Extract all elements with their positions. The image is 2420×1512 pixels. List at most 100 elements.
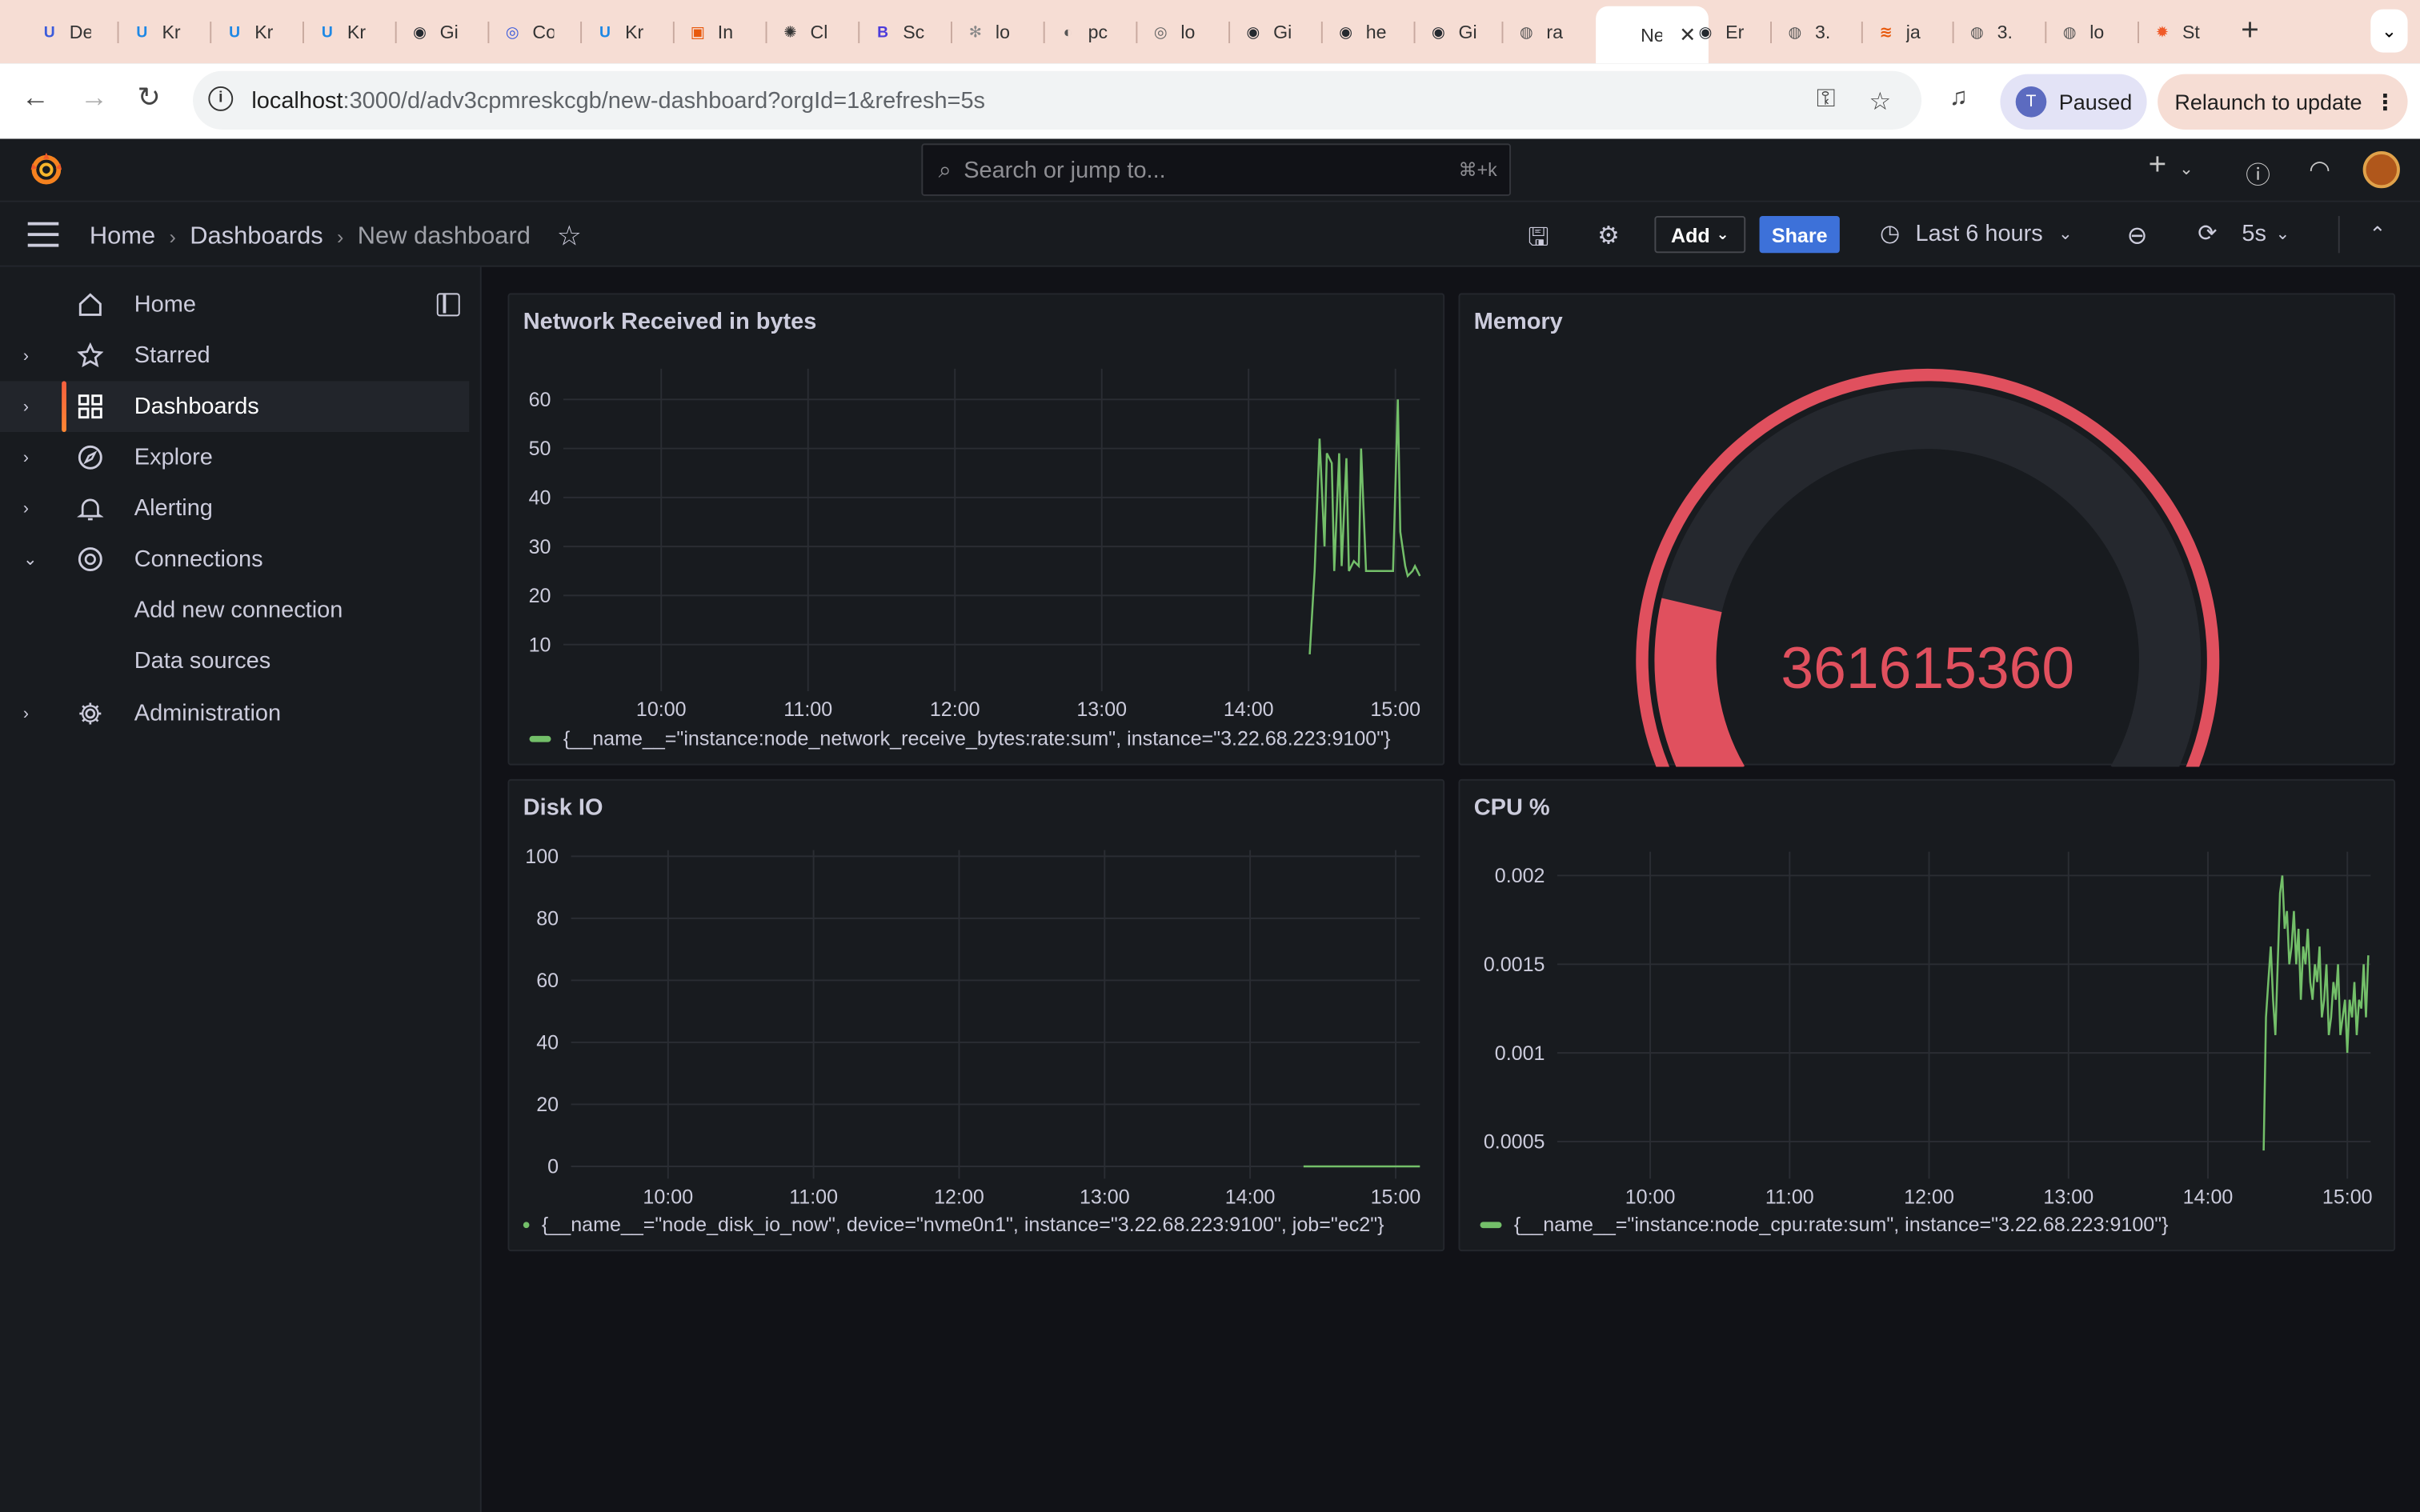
profile-button[interactable]: T Paused [2000,74,2147,130]
browser-tab[interactable]: ◉ Er [1693,12,1748,52]
browser-tab[interactable]: ✹ St [2150,12,2204,52]
panel-network[interactable]: Network Received in bytes 10 20 30 40 50 60 10… [507,293,1446,766]
share-button[interactable]: Share [1759,215,1840,254]
news-feed-icon[interactable]: ◠ [2309,154,2330,186]
chevron-right-icon[interactable]: › [23,398,29,416]
chevron-down-icon[interactable]: ⌄ [23,550,38,569]
tab-search-button[interactable]: ⌄ [2370,9,2408,53]
reload-icon[interactable]: ↻ [138,82,161,114]
x-tick-label: 14:00 [1224,698,1274,721]
legend-swatch [1480,1221,1502,1228]
browser-tab[interactable]: ◍ ra [1514,12,1568,52]
disk-io-chart[interactable]: 0 20 40 60 80 100 10:00 11:00 12:00 13:00 14:00 15:… [509,781,1446,1253]
user-avatar[interactable] [2362,150,2400,189]
browser-tab[interactable]: U Kr [130,12,183,52]
panel-disk-io[interactable]: Disk IO 0 20 40 60 80 100 10:00 11:00 12:00 13:00… [507,778,1446,1253]
browser-tab[interactable]: Ne ✕ [1596,6,1709,64]
browser-tab[interactable]: ◍ lo [2057,12,2111,52]
browser-tab[interactable]: ◍ 3. [1965,12,2019,52]
sidebar-item-alerting[interactable]: › Alerting [0,483,469,534]
chevron-right-icon[interactable]: › [23,346,29,365]
browser-tab[interactable]: B Sc [871,12,924,52]
chevron-down-icon[interactable]: ⌄ [2276,223,2290,243]
browser-tab[interactable]: ◉ he [1333,12,1387,52]
kebab-menu-icon[interactable]: ⋮ [2374,89,2396,115]
help-icon[interactable]: ⓘ [2246,154,2270,191]
sidebar-item-starred[interactable]: › Starred [0,330,469,382]
time-range-picker[interactable]: ◷ Last 6 hours ⌄ [1880,219,2073,247]
sidebar-item-explore[interactable]: › Explore [0,432,469,483]
collapse-chevron-up-icon[interactable]: ⌃ [2369,222,2386,247]
legend-item[interactable]: {__name__="instance:node_cpu:rate:sum", … [1480,1213,2169,1236]
chevron-down-icon[interactable]: ⌄ [2179,159,2194,179]
browser-tab[interactable]: U De [37,12,91,52]
menu-icon[interactable] [27,222,59,247]
sidebar-item-add-new-connection[interactable]: Add new connection [0,585,469,636]
browser-tab[interactable]: U Kr [593,12,647,52]
browser-tab-strip: + ⌄ U De U Kr U Kr U Kr ◉ Gi ◎ Co U Kr ▣ In ✺ Cl B Sc ✻ lo ◐ pc… [0,0,2420,64]
forward-icon[interactable]: → [80,82,108,114]
browser-tab[interactable]: ✺ Cl [778,12,832,52]
panel-memory[interactable]: Memory 361615360 [1458,293,2396,767]
add-button[interactable]: Add ⌄ [1654,215,1746,254]
tab-favicon-icon: ◎ [1153,23,1168,42]
tab-title: In [717,21,734,43]
series-line[interactable] [1308,399,1421,654]
zoom-out-icon[interactable]: ⊖ [2127,221,2148,252]
panel-cpu[interactable]: CPU % 0.0005 0.001 0.0015 0.002 10:00 11:00 12… [1458,778,2397,1253]
browser-tab[interactable]: ◉ Gi [407,12,461,52]
cpu-chart[interactable]: 0.0005 0.001 0.0015 0.002 10:00 11:00 12:00 13:… [1460,781,2397,1253]
refresh-picker[interactable]: ⟳ 5s ⌄ [2198,219,2290,247]
chevron-right-icon[interactable]: › [23,448,29,466]
browser-tab[interactable]: U Kr [315,12,368,52]
gear-icon [79,702,102,725]
refresh-interval[interactable]: 5s [2242,220,2266,246]
media-control-icon[interactable]: ♫ [1949,85,1968,113]
new-tab-button[interactable]: + [2241,14,2259,49]
url-text[interactable]: localhost:3000/d/adv3cpmreskcgb/new-dash… [251,88,985,114]
series-line[interactable] [2262,875,2370,1151]
browser-tab[interactable]: ▣ In [685,12,739,52]
legend-item[interactable]: {__name__="instance:node_network_receive… [529,726,1391,750]
browser-tab[interactable]: ◉ Gi [1241,12,1296,52]
search-icon: ⌕ [938,156,952,183]
breadcrumb-home[interactable]: Home [90,223,155,251]
browser-tab[interactable]: ✻ lo [963,12,1016,52]
chevron-down-icon: ⌄ [2058,224,2073,243]
plus-icon[interactable]: + [2149,148,2167,183]
browser-tab[interactable]: ◎ Co [500,12,555,52]
sidebar-item-dashboards[interactable]: › Dashboards [0,381,470,432]
settings-gear-icon[interactable]: ⚙ [1597,221,1620,252]
legend-item[interactable]: {__name__="node_disk_io_now", device="nv… [523,1213,1384,1236]
sidebar-item-home[interactable]: Home [0,279,469,330]
mark-favorite-star-icon[interactable]: ☆ [557,221,582,253]
browser-tab[interactable]: ◍ 3. [1782,12,1837,52]
search-input[interactable]: ⌕ Search or jump to... ⌘+k [921,143,1512,196]
tab-separator [1136,21,1138,43]
site-info-icon[interactable]: i [208,86,234,111]
chevron-right-icon[interactable]: › [23,499,29,518]
save-icon[interactable]: 🖫 [1528,221,1549,262]
chevron-right-icon[interactable]: › [23,704,29,722]
x-tick-label: 11:00 [1765,1186,1814,1208]
browser-tab[interactable]: ◐ pc [1056,12,1110,52]
address-bar[interactable]: i localhost:3000/d/adv3cpmreskcgb/new-da… [193,70,1922,130]
grafana-logo-icon[interactable] [28,151,65,188]
sidebar-item-administration[interactable]: › Administration [0,688,469,739]
bookmark-star-icon[interactable]: ☆ [1869,86,1891,118]
browser-tab[interactable]: ◉ Gi [1426,12,1480,52]
relaunch-button[interactable]: Relaunch to update ⋮ [2158,74,2408,130]
network-chart[interactable]: 10 20 30 40 50 60 10:00 11:00 12:00 13:00 14:00 15:… [509,294,1446,766]
back-icon[interactable]: ← [22,82,50,114]
browser-tab[interactable]: ≋ ja [1873,12,1928,52]
browser-tab[interactable]: U Kr [222,12,276,52]
sidebar-item-data-sources[interactable]: Data sources [0,636,469,687]
browser-tab[interactable]: ◎ lo [1148,12,1203,52]
refresh-icon[interactable]: ⟳ [2198,219,2217,247]
tab-title: lo [995,21,1010,43]
y-tick-label: 60 [529,389,551,411]
key-icon[interactable]: ⚿ [1817,86,1836,114]
sidebar-item-label: Starred [134,342,210,369]
breadcrumb-dashboards[interactable]: Dashboards [190,223,323,251]
sidebar-item-connections[interactable]: ⌄ Connections [0,534,469,585]
